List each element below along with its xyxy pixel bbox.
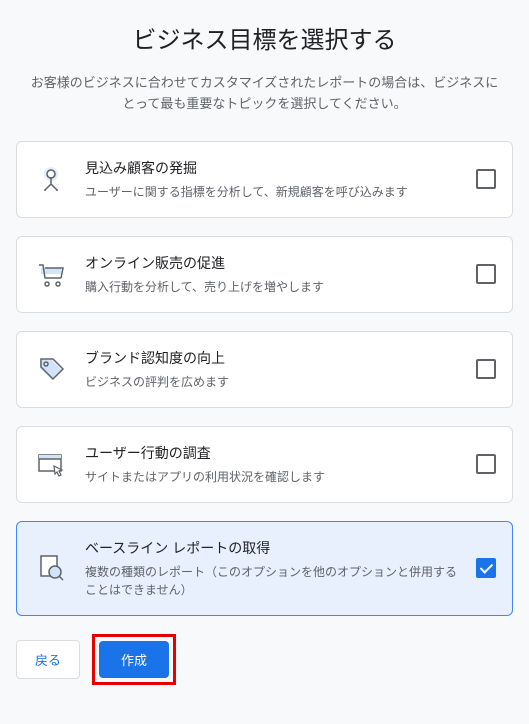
checkbox[interactable] — [476, 264, 496, 284]
option-desc: サイトまたはアプリの利用状況を確認します — [85, 468, 460, 486]
checkbox[interactable] — [476, 359, 496, 379]
option-sales[interactable]: オンライン販売の促進 購入行動を分析して、売り上げを増やします — [16, 236, 513, 313]
tag-icon — [33, 351, 69, 387]
footer-buttons: 戻る 作成 — [16, 634, 513, 685]
window-cursor-icon — [33, 446, 69, 482]
option-leads[interactable]: 見込み顧客の発掘 ユーザーに関する指標を分析して、新規顧客を呼び込みます — [16, 141, 513, 218]
report-search-icon — [33, 550, 69, 586]
option-title: ベースライン レポートの取得 — [85, 538, 460, 558]
leads-icon — [33, 161, 69, 197]
checkbox[interactable] — [476, 169, 496, 189]
option-brand[interactable]: ブランド認知度の向上 ビジネスの評判を広めます — [16, 331, 513, 408]
create-button[interactable]: 作成 — [99, 641, 169, 678]
option-desc: 複数の種類のレポート（このオプションを他のオプションと併用することはできません） — [85, 563, 460, 599]
option-title: ブランド認知度の向上 — [85, 348, 460, 368]
option-behavior[interactable]: ユーザー行動の調査 サイトまたはアプリの利用状況を確認します — [16, 426, 513, 503]
option-title: オンライン販売の促進 — [85, 253, 460, 273]
page-subtitle: お客様のビジネスに合わせてカスタマイズされたレポートの場合は、ビジネスにとって最… — [16, 73, 513, 115]
checkbox[interactable] — [476, 558, 496, 578]
cart-icon — [33, 256, 69, 292]
back-button[interactable]: 戻る — [16, 640, 80, 679]
option-desc: 購入行動を分析して、売り上げを増やします — [85, 278, 460, 296]
option-title: ユーザー行動の調査 — [85, 443, 460, 463]
option-desc: ユーザーに関する指標を分析して、新規顧客を呼び込みます — [85, 183, 460, 201]
page-title: ビジネス目標を選択する — [16, 20, 513, 55]
option-title: 見込み顧客の発掘 — [85, 158, 460, 178]
option-desc: ビジネスの評判を広めます — [85, 373, 460, 391]
create-button-highlight: 作成 — [92, 634, 176, 685]
option-baseline[interactable]: ベースライン レポートの取得 複数の種類のレポート（このオプションを他のオプショ… — [16, 521, 513, 616]
checkbox[interactable] — [476, 454, 496, 474]
